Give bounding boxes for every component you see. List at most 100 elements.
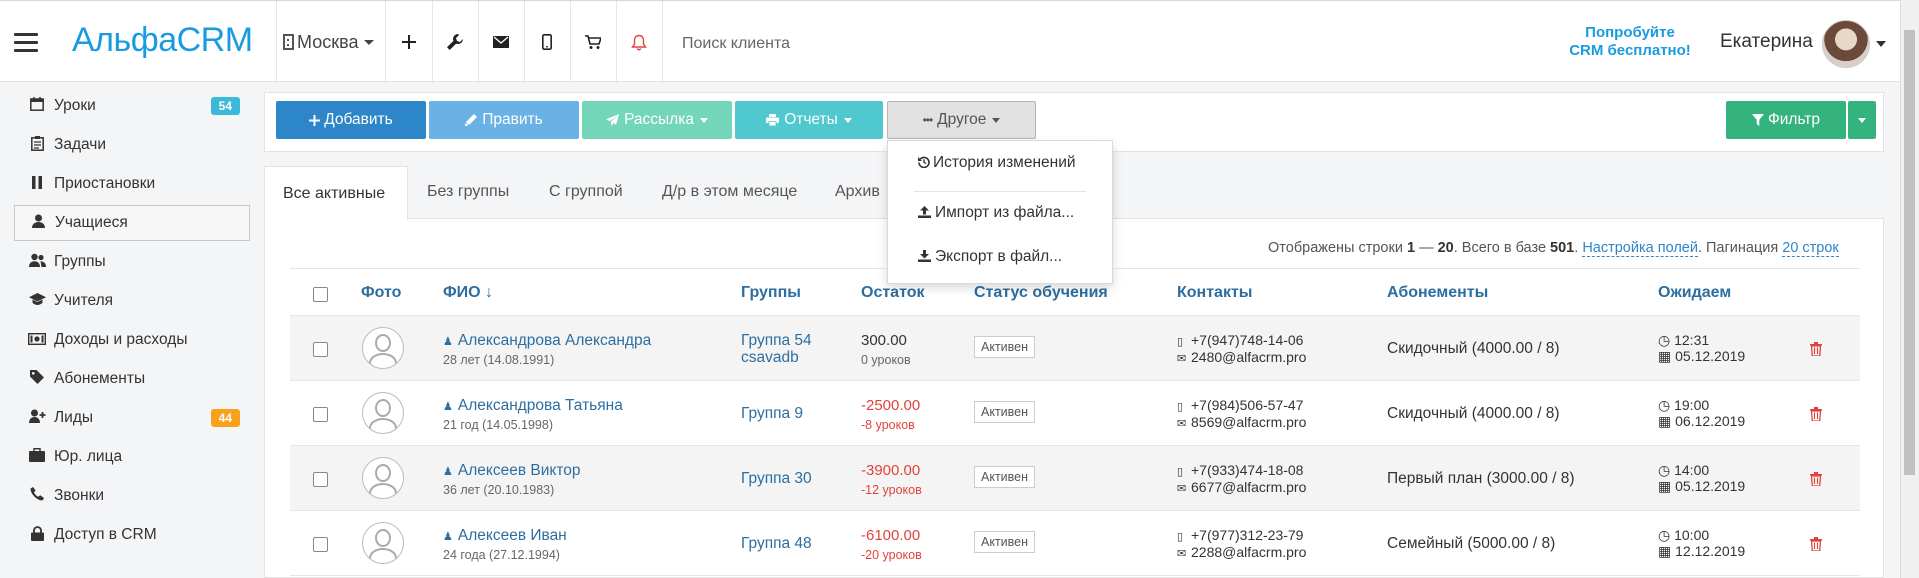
search-input[interactable]	[680, 29, 1084, 59]
trash-icon[interactable]	[1810, 472, 1822, 486]
student-email[interactable]: ✉ 8569@alfacrm.pro	[1177, 414, 1306, 430]
sidebar-item-groups[interactable]: Группы	[14, 244, 250, 280]
envelope-icon: ✉	[1177, 353, 1187, 365]
tab-all-active[interactable]: Все активные	[264, 166, 408, 220]
tab-birthdays[interactable]: Д/р в этом месяце	[662, 166, 797, 218]
sidebar-item-suspensions[interactable]: Приостановки	[14, 166, 250, 202]
column-status[interactable]: Статус обучения	[974, 284, 1108, 302]
reports-button[interactable]: Отчеты	[735, 101, 883, 139]
student-phone[interactable]: ▯ +7(984)506-57-47	[1177, 397, 1303, 413]
download-icon	[918, 250, 931, 262]
chevron-down-icon[interactable]	[1876, 41, 1886, 47]
student-name-link[interactable]: ♟ Александрова Татьяна	[443, 397, 623, 415]
column-subscriptions[interactable]: Абонементы	[1387, 284, 1488, 302]
sidebar-item-tasks[interactable]: Задачи	[14, 127, 250, 163]
student-name-link[interactable]: ♟ Алексеев Виктор	[443, 462, 580, 480]
student-phone[interactable]: ▯ +7(947)748-14-06	[1177, 332, 1303, 348]
phone-number: +7(977)312-23-79	[1191, 527, 1304, 543]
sidebar-item-lessons[interactable]: Уроки 54	[14, 88, 250, 124]
filter-button[interactable]: Фильтр	[1726, 101, 1846, 139]
user-name[interactable]: Екатерина	[1720, 31, 1813, 53]
student-email[interactable]: ✉ 2480@alfacrm.pro	[1177, 349, 1306, 365]
column-photo: Фото	[361, 284, 402, 301]
student-name-link[interactable]: ♟ Алексеев Иван	[443, 527, 567, 545]
row-checkbox[interactable]	[313, 537, 328, 552]
column-expected[interactable]: Ожидаем	[1658, 284, 1731, 302]
sidebar-item-legal-entities[interactable]: Юр. лица	[14, 439, 250, 475]
group-name: Группа 54	[741, 332, 812, 349]
sidebar: Уроки 54 Задачи Приостановки Учащиеся Гр…	[0, 82, 260, 578]
select-all-checkbox[interactable]	[313, 287, 328, 302]
tab-archive[interactable]: Архив	[835, 166, 880, 218]
mobile-icon: ▯	[1177, 531, 1184, 543]
mail-button[interactable]	[478, 1, 525, 83]
field-settings-link[interactable]: Настройка полей	[1582, 240, 1698, 257]
scrollbar-thumb[interactable]	[1904, 30, 1915, 475]
add-button[interactable]: Добавить	[276, 101, 426, 139]
logo[interactable]: АльфаCRM	[72, 21, 253, 60]
tab-with-group[interactable]: С группой	[549, 166, 623, 218]
row-checkbox[interactable]	[313, 342, 328, 357]
rows-range-to: 20	[1437, 240, 1454, 256]
tab-no-group[interactable]: Без группы	[427, 166, 509, 218]
filter-options-button[interactable]	[1848, 101, 1876, 139]
mailing-button[interactable]: Рассылка	[582, 101, 732, 139]
pencil-icon	[465, 114, 478, 126]
graduation-cap-icon	[28, 292, 46, 310]
expected-time: 10:00	[1674, 527, 1710, 543]
column-groups[interactable]: Группы	[741, 284, 801, 302]
student-name-link[interactable]: ♟ Александрова Александра	[443, 332, 651, 350]
row-checkbox[interactable]	[313, 407, 328, 422]
menu-icon[interactable]	[14, 33, 38, 52]
sidebar-item-calls[interactable]: Звонки	[14, 478, 250, 514]
tools-button[interactable]	[432, 1, 479, 83]
student-phone[interactable]: ▯ +7(977)312-23-79	[1177, 527, 1303, 543]
sidebar-item-finance[interactable]: Доходы и расходы	[14, 322, 250, 358]
chevron-down-icon	[843, 117, 852, 123]
city-selector[interactable]: Москва	[276, 1, 386, 83]
wrench-icon	[447, 34, 463, 50]
student-group-link[interactable]: Группа 30	[741, 470, 812, 487]
city-label: Москва	[297, 31, 359, 52]
trash-icon[interactable]	[1810, 537, 1822, 551]
student-photo	[362, 522, 404, 564]
trash-icon[interactable]	[1810, 407, 1822, 421]
student-group-link[interactable]: Группа 54 csavadb	[741, 332, 812, 366]
history-icon	[918, 156, 930, 169]
sidebar-item-leads[interactable]: Лиды 44	[14, 400, 250, 436]
menu-item-history[interactable]: История изменений	[918, 154, 1076, 172]
reports-button-label: Отчеты	[784, 111, 838, 128]
sidebar-item-subscriptions[interactable]: Абонементы	[14, 361, 250, 397]
student-name: Алексеев Иван	[457, 527, 567, 544]
student-subscription: Скидочный (4000.00 / 8)	[1387, 340, 1560, 357]
sidebar-item-teachers[interactable]: Учителя	[14, 283, 250, 319]
avatar[interactable]	[1822, 20, 1870, 68]
column-contacts: Контакты	[1177, 284, 1253, 301]
pagination-link[interactable]: 20 строк	[1782, 240, 1839, 257]
expected-payment: ◷ 14:00 ▦ 05.12.2019	[1658, 462, 1745, 494]
student-group-link[interactable]: Группа 9	[741, 405, 803, 422]
trash-icon[interactable]	[1810, 342, 1822, 356]
student-email[interactable]: ✉ 2288@alfacrm.pro	[1177, 544, 1306, 560]
column-fio[interactable]: ФИО ↓	[443, 284, 493, 302]
promo-link[interactable]: Попробуйте CRM бесплатно!	[1565, 24, 1695, 60]
sidebar-item-crm-access[interactable]: Доступ в CRM	[14, 517, 250, 553]
chevron-down-icon	[1858, 117, 1866, 123]
student-balance: 300.00	[861, 332, 907, 349]
column-balance[interactable]: Остаток	[861, 284, 924, 302]
other-button[interactable]: ••• Другое	[887, 101, 1036, 139]
plus-button[interactable]	[386, 1, 433, 83]
top-bar: АльфаCRM Москва Попробуйте CRM бесплатно…	[0, 0, 1900, 83]
student-phone[interactable]: ▯ +7(933)474-18-08	[1177, 462, 1303, 478]
row-checkbox[interactable]	[313, 472, 328, 487]
mobile-button[interactable]	[524, 1, 571, 83]
menu-item-export[interactable]: Экспорт в файл...	[918, 248, 1062, 266]
envelope-icon: ✉	[1177, 483, 1187, 495]
sidebar-item-students[interactable]: Учащиеся	[14, 205, 250, 241]
cart-button[interactable]	[570, 1, 617, 83]
student-email[interactable]: ✉ 6677@alfacrm.pro	[1177, 479, 1306, 495]
edit-button[interactable]: Править	[429, 101, 579, 139]
student-group-link[interactable]: Группа 48	[741, 535, 812, 552]
notifications-button[interactable]	[616, 1, 663, 83]
menu-item-import[interactable]: Импорт из файла...	[918, 204, 1074, 222]
